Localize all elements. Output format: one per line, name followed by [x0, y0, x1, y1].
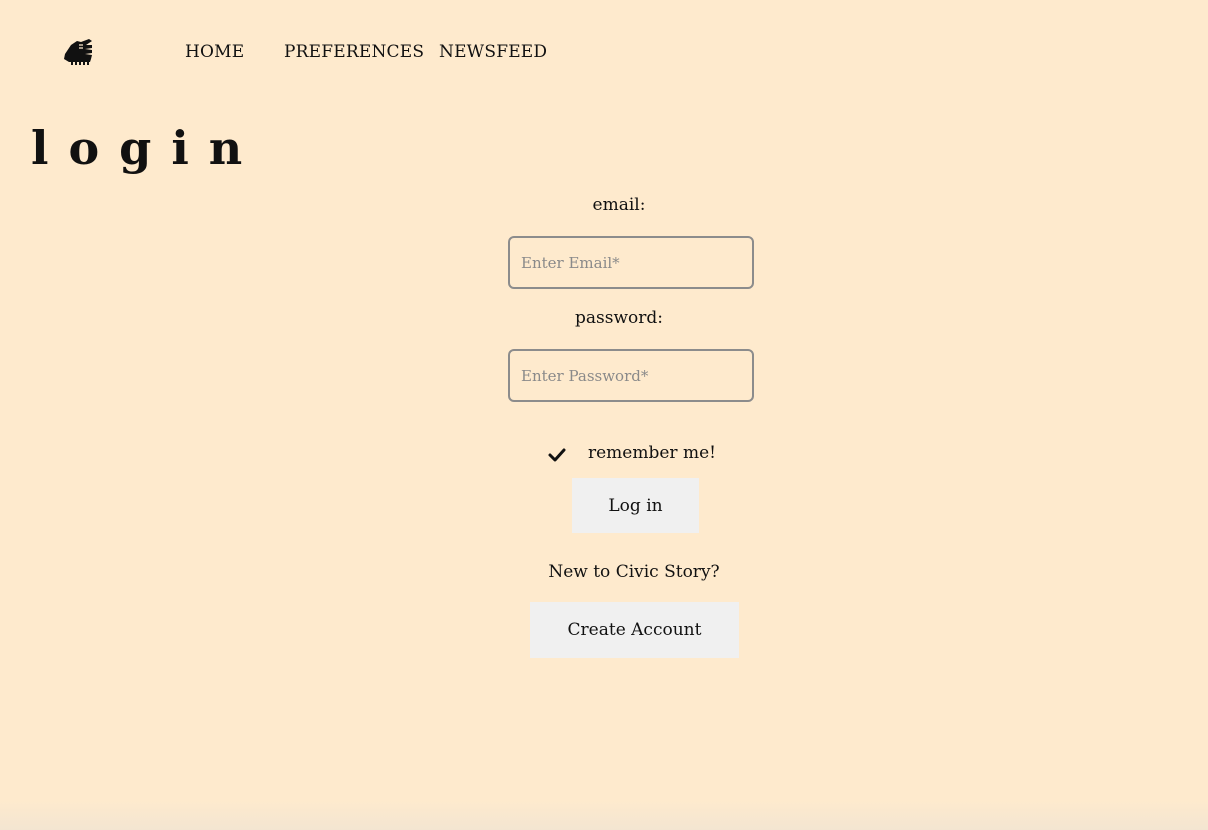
email-label-text: email:: [592, 195, 646, 215]
password-input[interactable]: [508, 349, 754, 402]
new-user-prompt: New to Civic Story?: [30, 562, 1208, 582]
nav-link-preferences[interactable]: PREFERENCES: [284, 42, 424, 62]
checkmark-icon[interactable]: [547, 445, 567, 465]
email-label: email:: [15, 195, 1208, 215]
bottom-shade: [0, 800, 1208, 830]
nav-link-home[interactable]: HOME: [185, 42, 244, 62]
new-user-text: New to Civic Story?: [548, 562, 720, 582]
page-title: login: [31, 121, 263, 175]
email-input[interactable]: [508, 236, 754, 289]
nav-link-newsfeed[interactable]: NEWSFEED: [439, 42, 547, 62]
password-label-text: password:: [575, 308, 663, 328]
top-nav: HOME PREFERENCES NEWSFEED: [0, 0, 1208, 104]
password-label: password:: [15, 308, 1208, 328]
create-account-button[interactable]: Create Account: [530, 602, 739, 658]
raised-fist-icon[interactable]: [61, 34, 95, 68]
remember-me-label: remember me!: [588, 443, 716, 463]
remember-me-checkbox[interactable]: remember me!: [547, 440, 716, 466]
login-button[interactable]: Log in: [572, 478, 699, 533]
